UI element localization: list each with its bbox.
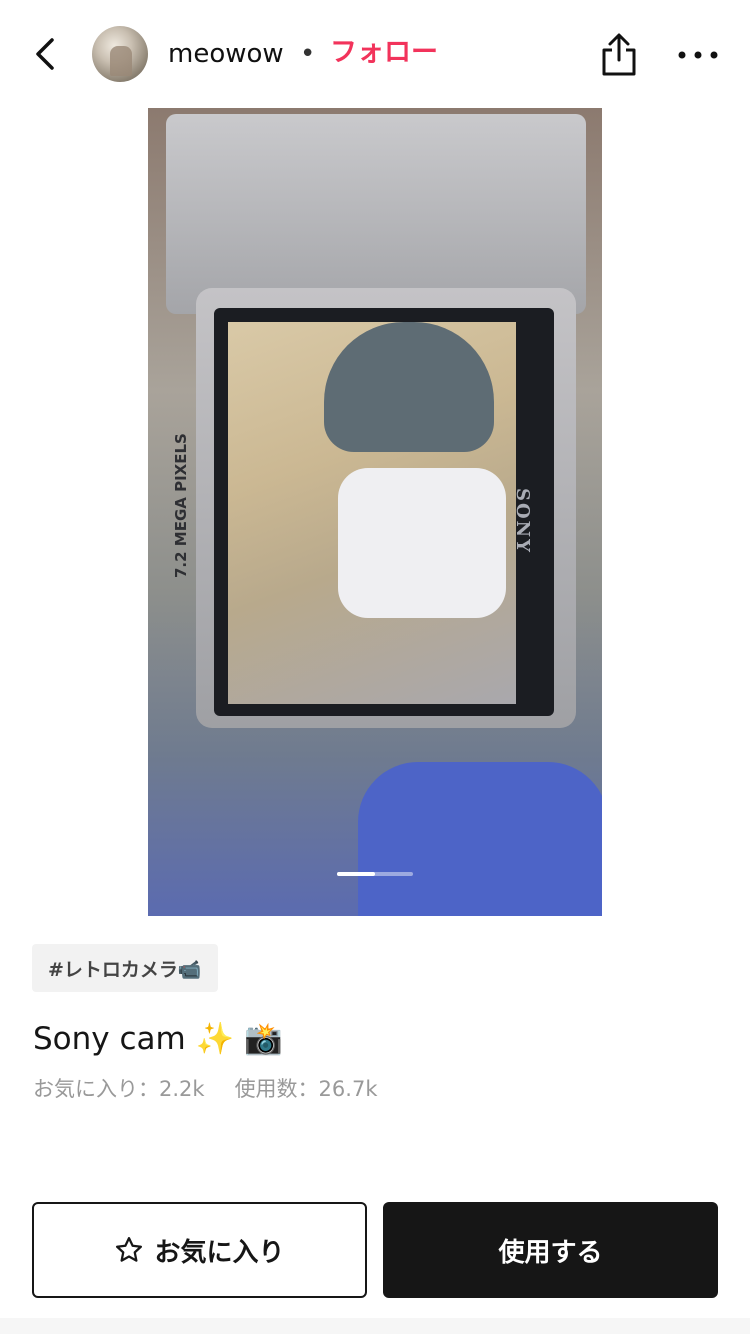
share-icon[interactable] bbox=[598, 32, 640, 78]
follow-button[interactable]: フォロー bbox=[330, 36, 438, 70]
top-bar: meowow • フォロー bbox=[0, 0, 750, 108]
jeans-shape bbox=[358, 762, 602, 916]
avatar[interactable] bbox=[92, 26, 148, 82]
favorite-button-label: お気に入り bbox=[154, 1237, 285, 1268]
post-title: Sony cam ✨ 📸 bbox=[33, 1021, 283, 1057]
uses-count: 使用数：26.7k bbox=[234, 1077, 378, 1101]
shirt-shape bbox=[338, 468, 506, 618]
back-icon[interactable] bbox=[28, 34, 68, 74]
camera-top bbox=[166, 114, 586, 314]
use-button[interactable]: 使用する bbox=[383, 1202, 718, 1298]
username[interactable]: meowow bbox=[168, 38, 284, 70]
post-stats: お気に入り：2.2k 使用数：26.7k bbox=[33, 1074, 377, 1104]
separator-dot: • bbox=[300, 39, 316, 69]
carousel-pager bbox=[337, 872, 413, 876]
hashtag-chip[interactable]: #レトロカメラ📹 bbox=[32, 944, 218, 992]
template-photo[interactable]: 7.2 MEGA PIXELS SONY bbox=[148, 108, 602, 916]
bottom-strip bbox=[0, 1318, 750, 1334]
camera-brand-text: SONY bbox=[512, 488, 533, 554]
favorite-button[interactable]: お気に入り bbox=[32, 1202, 367, 1298]
camera-megapixel-text: 7.2 MEGA PIXELS bbox=[172, 433, 190, 578]
star-icon bbox=[116, 1237, 143, 1262]
favorites-count: お気に入り：2.2k bbox=[33, 1077, 205, 1101]
more-icon[interactable] bbox=[676, 40, 720, 70]
pager-active-indicator bbox=[337, 872, 375, 876]
